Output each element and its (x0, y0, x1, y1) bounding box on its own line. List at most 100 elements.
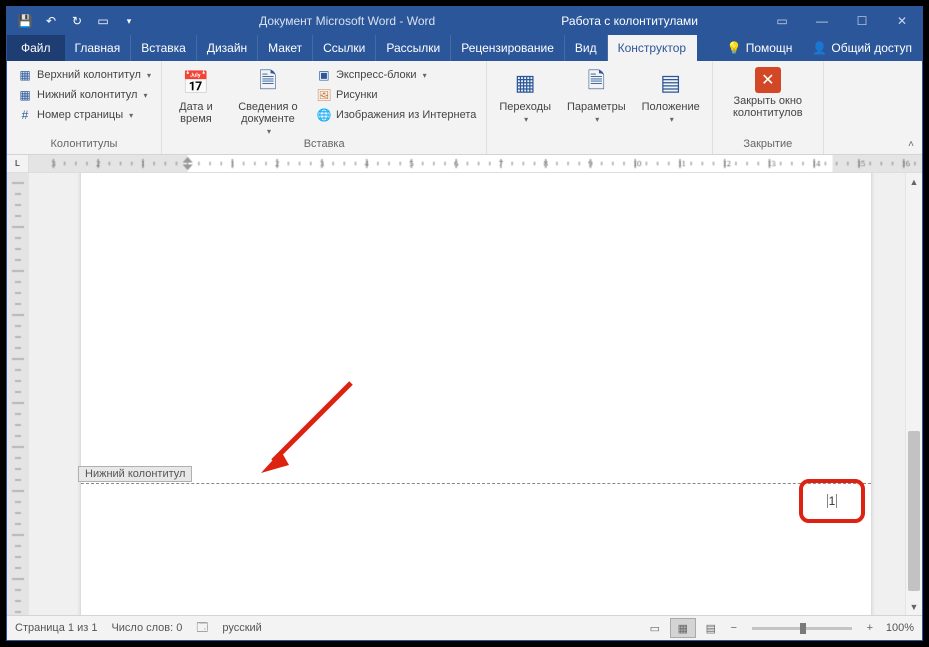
docinfo-icon: 🗎 (252, 67, 284, 99)
status-language[interactable]: русский (222, 622, 261, 634)
tab-mailings[interactable]: Рассылки (376, 35, 451, 61)
group-label (493, 138, 705, 152)
tab-layout[interactable]: Макет (258, 35, 313, 61)
calendar-icon: 📅 (180, 67, 212, 99)
group-headers-footers: ▦Верхний колонтитул▾ ▦Нижний колонтитул▾… (7, 61, 162, 154)
tab-review[interactable]: Рецензирование (451, 35, 565, 61)
vertical-scrollbar[interactable]: ▲ ▼ (905, 173, 922, 615)
tab-insert[interactable]: Вставка (131, 35, 197, 61)
spellcheck-icon[interactable]: 🗔 (196, 619, 208, 638)
ruler-corner: L (7, 155, 29, 172)
zoom-slider[interactable] (752, 627, 852, 630)
close-icon[interactable]: ✕ (882, 7, 922, 35)
blocks-icon: ▣ (316, 67, 332, 83)
position-button[interactable]: ▤Положение▾ (636, 65, 706, 126)
group-navigation: ▦Переходы▾ 🗎Параметры▾ ▤Положение▾ (487, 61, 712, 154)
chevron-down-icon: ▾ (595, 115, 599, 124)
group-label: Закрытие (719, 138, 817, 152)
window-controls: ▭ — ☐ ✕ (762, 7, 922, 35)
horizontal-ruler[interactable]: L (7, 155, 922, 173)
header-icon: ▦ (17, 67, 33, 83)
view-web-icon[interactable]: ▤ (698, 618, 724, 638)
vertical-ruler[interactable] (7, 173, 29, 615)
group-label: Колонтитулы (13, 138, 155, 152)
page-number-icon: # (17, 107, 33, 123)
online-picture-icon: 🌐 (316, 107, 332, 123)
chevron-down-icon: ▾ (423, 71, 427, 80)
picture-icon: 🖼 (316, 87, 332, 103)
online-pictures-button[interactable]: 🌐Изображения из Интернета (312, 105, 480, 125)
footer-label-tag: Нижний колонтитул (78, 466, 192, 482)
collapse-ribbon-icon[interactable]: ˄ (900, 61, 922, 154)
redo-icon[interactable]: ↻ (65, 9, 89, 33)
status-word-count[interactable]: Число слов: 0 (111, 622, 182, 634)
options-icon: 🗎 (580, 67, 612, 99)
chevron-down-icon: ▾ (147, 71, 151, 80)
maximize-icon[interactable]: ☐ (842, 7, 882, 35)
footer-button[interactable]: ▦Нижний колонтитул▾ (13, 85, 155, 105)
scroll-down-icon[interactable]: ▼ (906, 598, 922, 615)
group-insert-meta: 📅Дата и время 🗎Сведения о документе▾ ▣Эк… (162, 61, 487, 154)
zoom-value[interactable]: 100% (886, 622, 914, 634)
document-info-button[interactable]: 🗎Сведения о документе▾ (228, 65, 308, 138)
app-window: 💾 ↶ ↻ ▭ ▾ Документ Microsoft Word - Word… (6, 6, 923, 641)
share-icon: 👤 (812, 41, 827, 55)
qat-customize-icon[interactable]: ▾ (117, 9, 141, 33)
page-number-highlight: 1 (799, 479, 865, 523)
ribbon-display-icon[interactable]: ▭ (762, 7, 802, 35)
page[interactable]: Нижний колонтитул 1 (81, 173, 871, 615)
group-close: ✕Закрыть окно колонтитулов Закрытие (713, 61, 824, 154)
chevron-down-icon: ▾ (670, 115, 674, 124)
date-time-button[interactable]: 📅Дата и время (168, 65, 224, 127)
document-area[interactable]: Нижний колонтитул 1 (29, 173, 905, 615)
chevron-down-icon: ▾ (267, 127, 271, 136)
group-label: Вставка (168, 138, 480, 152)
statusbar: Страница 1 из 1 Число слов: 0 🗔 русский … (7, 615, 922, 640)
undo-icon[interactable]: ↶ (39, 9, 63, 33)
scroll-up-icon[interactable]: ▲ (906, 173, 922, 190)
context-tab-header: Работа с колонтитулами (547, 7, 712, 35)
close-x-icon: ✕ (755, 67, 781, 93)
ribbon: ▦Верхний колонтитул▾ ▦Нижний колонтитул▾… (7, 61, 922, 155)
chevron-down-icon: ▾ (129, 111, 133, 120)
window-title: Документ Microsoft Word - Word (147, 14, 547, 28)
tab-home[interactable]: Главная (65, 35, 132, 61)
nav-icon: ▦ (509, 67, 541, 99)
close-header-footer-button[interactable]: ✕Закрыть окно колонтитулов (719, 65, 817, 121)
footer-icon: ▦ (17, 87, 33, 103)
save-icon[interactable]: 💾 (13, 9, 37, 33)
share-button[interactable]: 👤Общий доступ (802, 35, 922, 61)
file-tab[interactable]: Файл (7, 35, 65, 61)
new-doc-icon[interactable]: ▭ (91, 9, 115, 33)
annotation-arrow-icon (251, 373, 361, 483)
page-number-value: 1 (827, 494, 838, 508)
lightbulb-icon: 💡 (727, 41, 742, 55)
tell-me-button[interactable]: 💡Помощн (717, 35, 803, 61)
workspace: Нижний колонтитул 1 ▲ ▼ (7, 173, 922, 615)
view-read-icon[interactable]: ▭ (642, 618, 668, 638)
status-page[interactable]: Страница 1 из 1 (15, 622, 97, 634)
chevron-down-icon: ▾ (143, 91, 147, 100)
tab-design[interactable]: Дизайн (197, 35, 258, 61)
navigation-button[interactable]: ▦Переходы▾ (493, 65, 557, 126)
zoom-in-button[interactable]: + (862, 622, 878, 634)
position-icon: ▤ (655, 67, 687, 99)
zoom-handle[interactable] (800, 623, 806, 634)
minimize-icon[interactable]: — (802, 7, 842, 35)
tab-design-headerfooter[interactable]: Конструктор (608, 35, 697, 61)
tab-references[interactable]: Ссылки (313, 35, 376, 61)
quick-parts-button[interactable]: ▣Экспресс-блоки▾ (312, 65, 480, 85)
ribbon-tabs: Файл Главная Вставка Дизайн Макет Ссылки… (7, 35, 922, 61)
titlebar: 💾 ↶ ↻ ▭ ▾ Документ Microsoft Word - Word… (7, 7, 922, 35)
footer-separator (81, 483, 871, 484)
chevron-down-icon: ▾ (524, 115, 528, 124)
view-print-icon[interactable]: ▦ (670, 618, 696, 638)
page-number-button[interactable]: #Номер страницы▾ (13, 105, 155, 125)
quick-access-toolbar: 💾 ↶ ↻ ▭ ▾ (7, 9, 147, 33)
zoom-out-button[interactable]: − (726, 622, 742, 634)
options-button[interactable]: 🗎Параметры▾ (561, 65, 632, 126)
tab-view[interactable]: Вид (565, 35, 608, 61)
scroll-thumb[interactable] (908, 431, 920, 591)
header-button[interactable]: ▦Верхний колонтитул▾ (13, 65, 155, 85)
pictures-button[interactable]: 🖼Рисунки (312, 85, 480, 105)
